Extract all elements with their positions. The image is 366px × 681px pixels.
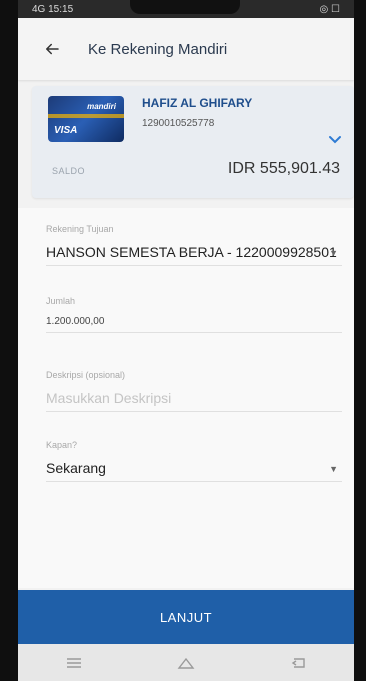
destination-value: HANSON SEMESTA BERJA - 1220009928501 (46, 244, 337, 260)
app-header: Ke Rekening Mandiri (18, 18, 354, 80)
destination-label: Rekening Tujuan (46, 224, 114, 234)
card-network: VISA (54, 125, 78, 136)
camera-notch (130, 0, 240, 14)
field-underline (46, 481, 342, 482)
status-right: ◎ ☐ (319, 3, 340, 15)
page-title: Ke Rekening Mandiri (88, 40, 228, 58)
when-label: Kapan? (46, 440, 78, 450)
continue-button[interactable]: LANJUT (18, 590, 354, 644)
amount-label: Jumlah (46, 296, 76, 306)
card-brand: mandiri (87, 102, 116, 111)
arrow-left-icon (46, 43, 59, 55)
system-nav-bar (18, 644, 354, 681)
menu-icon[interactable] (59, 653, 89, 673)
when-value: Sekarang (46, 460, 106, 476)
when-field[interactable]: Kapan? Sekarang ▼ (46, 440, 342, 482)
chevron-down-icon[interactable] (328, 132, 342, 148)
description-label: Deskripsi (opsional) (46, 370, 126, 380)
balance-label: SALDO (52, 166, 86, 176)
field-underline (46, 332, 342, 333)
field-underline (46, 411, 342, 412)
dropdown-caret-icon: ▼ (329, 464, 338, 474)
home-icon[interactable] (171, 653, 201, 673)
field-underline (46, 265, 342, 266)
back-button[interactable] (40, 37, 64, 61)
card-stripe (48, 114, 124, 118)
phone-bezel-left (0, 0, 18, 681)
status-bar: 4G 15:15 ◎ ☐ (18, 0, 354, 18)
destination-field[interactable]: Rekening Tujuan HANSON SEMESTA BERJA - 1… (46, 224, 342, 266)
screen: 4G 15:15 ◎ ☐ Ke Rekening Mandiri mandiri… (18, 0, 354, 681)
account-name: HAFIZ AL GHIFARY (142, 96, 253, 110)
account-number: 1290010525778 (142, 118, 215, 129)
status-left: 4G 15:15 (32, 3, 74, 15)
description-field[interactable]: Deskripsi (opsional) Masukkan Deskripsi (46, 370, 342, 412)
description-placeholder: Masukkan Deskripsi (46, 390, 172, 406)
amount-value: 1.200.000,00 (46, 316, 105, 327)
dropdown-caret-icon: ▼ (329, 248, 338, 258)
balance-value: IDR 555,901.43 (227, 160, 340, 177)
card-image: mandiri VISA (48, 96, 124, 142)
amount-field[interactable]: Jumlah 1.200.000,00 (46, 296, 342, 333)
phone-bezel-right (354, 0, 366, 681)
account-card[interactable]: mandiri VISA HAFIZ AL GHIFARY 1290010525… (32, 86, 354, 198)
back-nav-icon[interactable] (283, 653, 313, 673)
transfer-form: Rekening Tujuan HANSON SEMESTA BERJA - 1… (18, 208, 354, 588)
